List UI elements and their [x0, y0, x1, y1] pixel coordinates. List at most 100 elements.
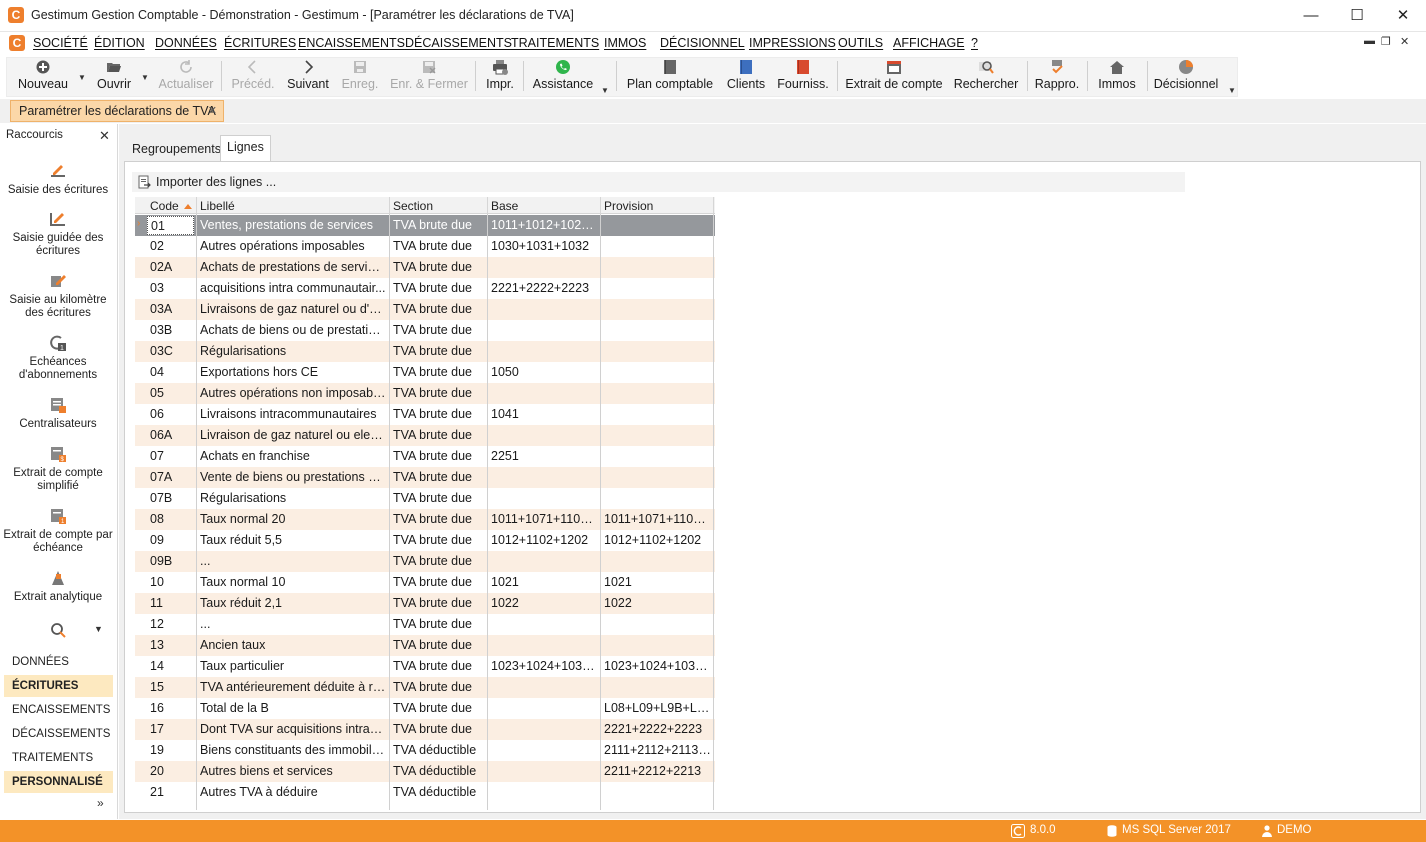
cell-section[interactable]: TVA brute due: [393, 344, 485, 358]
table-row[interactable]: 20 Autres biens et services TVA déductible…: [135, 761, 715, 782]
menu-immos[interactable]: IMMOS: [604, 36, 646, 50]
table-row[interactable]: 06A Livraison de gaz naturel ou electri..…: [135, 425, 715, 446]
cell-code[interactable]: 17: [150, 722, 194, 736]
cell-code[interactable]: 02A: [150, 260, 194, 274]
column-header-libelle[interactable]: Libellé: [200, 199, 235, 213]
table-row[interactable]: 13 Ancien taux TVA brute due: [135, 635, 715, 656]
cell-code[interactable]: 05: [150, 386, 194, 400]
cell-libelle[interactable]: Taux normal 10: [200, 575, 386, 589]
plan-comptable-button[interactable]: Plan comptable: [624, 55, 716, 95]
menu-outils[interactable]: OUTILS: [838, 36, 883, 50]
cell-section[interactable]: TVA brute due: [393, 365, 485, 379]
fournisseurs-button[interactable]: Fourniss.: [776, 55, 830, 95]
table-row[interactable]: 04 Exportations hors CE TVA brute due 1050: [135, 362, 715, 383]
table-row[interactable]: 03 acquisitions intra communautair... TVA …: [135, 278, 715, 299]
ouvrir-dropdown-icon[interactable]: ▼: [141, 73, 149, 82]
menu-edition[interactable]: ÉDITION: [94, 36, 145, 50]
cell-libelle[interactable]: TVA antérieurement déduite à rev...: [200, 680, 386, 694]
menu-traitements[interactable]: TRAITEMENTS: [511, 36, 599, 50]
cell-section[interactable]: TVA brute due: [393, 281, 485, 295]
menu-affichage[interactable]: AFFICHAGE: [893, 36, 965, 50]
cell-section[interactable]: TVA déductible: [393, 764, 485, 778]
rechercher-button[interactable]: Rechercher: [952, 55, 1020, 95]
cell-libelle[interactable]: Autres opérations imposables: [200, 239, 386, 253]
menu-impressions[interactable]: IMPRESSIONS: [749, 36, 836, 50]
table-row[interactable]: 12... TVA brute due: [135, 614, 715, 635]
close-button[interactable]: ✕: [1380, 0, 1426, 31]
table-row[interactable]: 09 Taux réduit 5,5 TVA brute due 1012+1102+…: [135, 530, 715, 551]
cell-libelle[interactable]: ...: [200, 617, 386, 631]
menu-encaissements[interactable]: ENCAISSEMENTS: [298, 36, 405, 50]
cell-code[interactable]: 09: [150, 533, 194, 547]
maximize-button[interactable]: ☐: [1334, 0, 1380, 31]
table-row[interactable]: 05 Autres opérations non imposables TVA br…: [135, 383, 715, 404]
close-tab-icon[interactable]: ✕: [208, 104, 217, 117]
nav-traitements[interactable]: TRAITEMENTS: [4, 747, 113, 769]
column-header-code[interactable]: Code: [150, 199, 192, 213]
cell-code[interactable]: 03B: [150, 323, 194, 337]
menu-decaissements[interactable]: DÉCAISSEMENTS: [405, 36, 512, 50]
cell-code[interactable]: 04: [150, 365, 194, 379]
sidebar-close-icon[interactable]: ✕: [99, 128, 110, 144]
menu-societe[interactable]: SOCIÉTÉ: [33, 36, 88, 50]
cell-code[interactable]: 20: [150, 764, 194, 778]
enregistrer-fermer-button[interactable]: Enr. & Fermer: [388, 55, 470, 95]
cell-libelle[interactable]: Taux particulier: [200, 659, 386, 673]
cell-code[interactable]: 15: [150, 680, 194, 694]
tab-regroupements[interactable]: Regroupements: [126, 137, 227, 162]
cell-base[interactable]: 1021: [491, 575, 598, 589]
cell-libelle[interactable]: Dont TVA sur acquisitions intraco...: [200, 722, 386, 736]
cell-provision[interactable]: 2211+2212+2213: [604, 764, 711, 778]
cell-code[interactable]: 19: [150, 743, 194, 757]
nav-encaissements[interactable]: ENCAISSEMENTS: [4, 699, 113, 721]
mdi-close-button[interactable]: ✕: [1400, 35, 1409, 48]
import-lines-button[interactable]: Importer des lignes ...: [132, 172, 1185, 192]
table-row[interactable]: 11 Taux réduit 2,1 TVA brute due 1022 1022: [135, 593, 715, 614]
cell-code[interactable]: 03: [150, 281, 194, 295]
cell-section[interactable]: TVA déductible: [393, 785, 485, 799]
shortcut-saisie-guidee[interactable]: Saisie guidée des écritures: [0, 210, 116, 258]
cell-libelle[interactable]: ...: [200, 554, 386, 568]
cell-section[interactable]: TVA brute due: [393, 575, 485, 589]
search-icon[interactable]: [49, 621, 67, 639]
table-row[interactable]: 08 Taux normal 20 TVA brute due 1011+1071+1…: [135, 509, 715, 530]
cell-libelle[interactable]: Achats de biens ou de prestation...: [200, 323, 386, 337]
assistance-dropdown-icon[interactable]: ▼: [601, 86, 609, 95]
cell-libelle[interactable]: Achats de prestations de services ...: [200, 260, 386, 274]
cell-base[interactable]: 1012+1102+1202: [491, 533, 598, 547]
cell-code[interactable]: 03C: [150, 344, 194, 358]
cell-base[interactable]: 1022: [491, 596, 598, 610]
cell-provision[interactable]: 1021: [604, 575, 711, 589]
menu-help[interactable]: ?: [971, 36, 978, 50]
cell-libelle[interactable]: Ventes, prestations de services: [200, 218, 386, 232]
cell-code[interactable]: 09B: [150, 554, 194, 568]
precedent-button[interactable]: Précéd.: [228, 55, 278, 95]
cell-provision[interactable]: 2221+2222+2223: [604, 722, 711, 736]
table-row[interactable]: 15 TVA antérieurement déduite à rev... TVA…: [135, 677, 715, 698]
table-row[interactable]: 10 Taux normal 10 TVA brute due 1021 1021: [135, 572, 715, 593]
cell-libelle[interactable]: Taux normal 20: [200, 512, 386, 526]
cell-section[interactable]: TVA brute due: [393, 533, 485, 547]
shortcut-centralisateurs[interactable]: Centralisateurs: [0, 396, 116, 431]
nav-personnalise[interactable]: PERSONNALISÉ: [4, 771, 113, 793]
cell-section[interactable]: TVA brute due: [393, 659, 485, 673]
cell-code[interactable]: 01: [147, 216, 194, 235]
mdi-minimize-button[interactable]: ▬: [1364, 35, 1375, 47]
cell-section[interactable]: TVA brute due: [393, 638, 485, 652]
menu-ecritures[interactable]: ÉCRITURES: [224, 36, 296, 50]
table-row[interactable]: 03C Régularisations TVA brute due: [135, 341, 715, 362]
cell-code[interactable]: 10: [150, 575, 194, 589]
table-row[interactable]: 07A Vente de biens ou prestations de ... T…: [135, 467, 715, 488]
cell-libelle[interactable]: Autres TVA à déduire: [200, 785, 386, 799]
app-menu-icon[interactable]: C: [9, 35, 25, 51]
shortcut-saisie-ecritures[interactable]: Saisie des écritures: [0, 162, 116, 197]
cell-base[interactable]: 1050: [491, 365, 598, 379]
cell-libelle[interactable]: Exportations hors CE: [200, 365, 386, 379]
cell-code[interactable]: 07A: [150, 470, 194, 484]
extrait-compte-button[interactable]: Extrait de compte: [844, 55, 944, 95]
table-row[interactable]: 02 Autres opérations imposables TVA brute …: [135, 236, 715, 257]
decisionnel-dropdown-icon[interactable]: ▼: [1228, 86, 1236, 95]
cell-section[interactable]: TVA brute due: [393, 302, 485, 316]
cell-libelle[interactable]: Livraisons intracommunautaires: [200, 407, 386, 421]
column-header-section[interactable]: Section: [393, 199, 433, 213]
